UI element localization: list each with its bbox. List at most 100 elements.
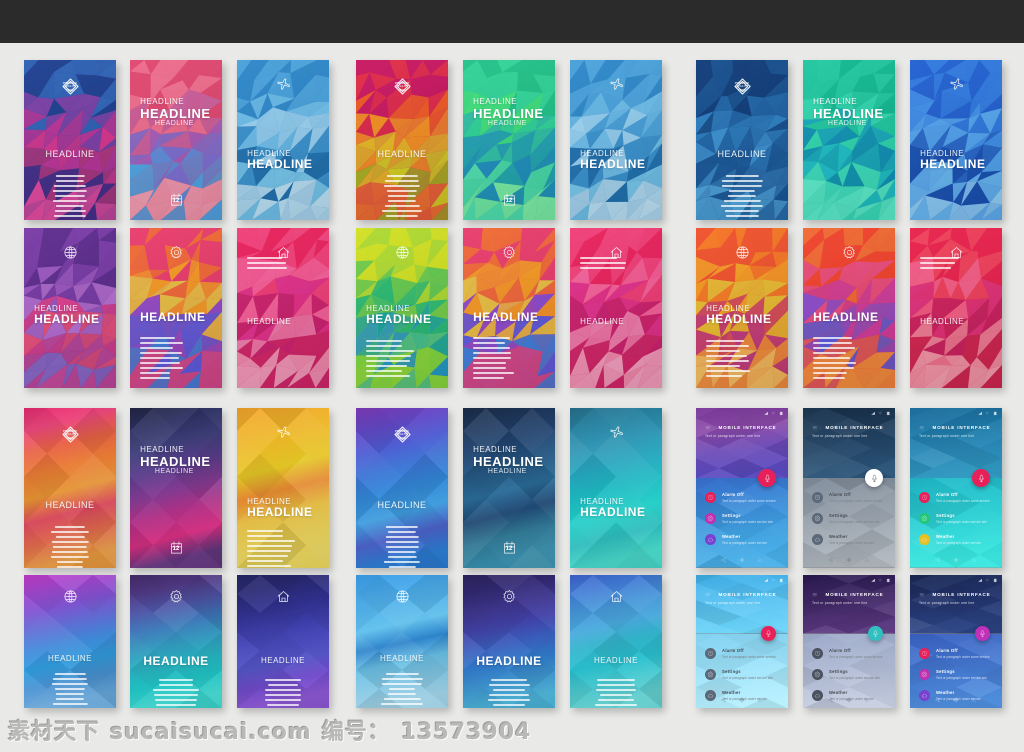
design-card[interactable]: 12 HEADLINE HEADLINE HEADLINE <box>130 60 222 220</box>
compass-icon[interactable] <box>739 697 745 703</box>
headline-group: HEADLINE HEADLINE <box>910 149 1002 171</box>
mobile-list-item[interactable]: Weather Text or paragraph under service <box>812 534 886 546</box>
compass-icon[interactable] <box>846 557 852 563</box>
rss-icon[interactable] <box>757 697 763 703</box>
body-text-lines <box>381 526 423 568</box>
design-card[interactable]: HEADLINE <box>237 228 329 388</box>
design-card[interactable]: MOBILE INTERFACE Text or paragraph under … <box>696 408 788 568</box>
alarm-icon <box>921 495 928 501</box>
hamburger-icon[interactable] <box>919 592 925 598</box>
design-card[interactable]: HEADLINE <box>803 228 895 388</box>
mobile-list-item[interactable]: Weather Text or paragraph under service <box>919 534 993 546</box>
design-card[interactable]: HEADLINE HEADLINE <box>237 408 329 568</box>
microphone-fab-button[interactable] <box>868 626 883 642</box>
design-card[interactable]: HEADLINE <box>910 228 1002 388</box>
globe-icon-holder <box>24 245 116 260</box>
design-card[interactable]: MOBILE INTERFACE Text or paragraph under … <box>803 575 895 708</box>
rss-icon[interactable] <box>971 697 977 703</box>
headline-text: HEADLINE <box>593 656 638 666</box>
mobile-title: MOBILE INTERFACE <box>718 425 777 431</box>
design-card[interactable]: MOBILE INTERFACE Text or paragraph under … <box>910 408 1002 568</box>
design-card[interactable]: 12 HEADLINE HEADLINE HEADLINE <box>463 60 555 220</box>
mobile-list-item[interactable]: Settings Text or paragraph under service … <box>705 513 779 525</box>
mobile-list-item[interactable]: Settings Text or paragraph under service … <box>812 668 886 680</box>
mobile-list-area: Alarm Off Text or paragraph under some se… <box>696 478 788 568</box>
design-card[interactable]: HEADLINE HEADLINE <box>570 60 662 220</box>
design-card[interactable]: HEADLINE <box>237 575 329 708</box>
design-card[interactable]: PREMIUM QUALITY 100% HEADLINE <box>356 60 448 220</box>
design-card[interactable]: HEADLINE <box>570 575 662 708</box>
design-card[interactable]: PREMIUM QUALITY 100% HEADLINE <box>24 408 116 568</box>
badge-line: 100% <box>398 436 406 440</box>
share-icon[interactable] <box>721 697 727 703</box>
share-icon[interactable] <box>721 557 727 563</box>
design-card[interactable]: HEADLINE HEADLINE HEADLINE <box>803 60 895 220</box>
design-card[interactable]: HEADLINE HEADLINE <box>24 228 116 388</box>
design-card[interactable]: HEADLINE HEADLINE <box>237 60 329 220</box>
design-card[interactable]: HEADLINE HEADLINE <box>356 228 448 388</box>
mobile-list-item[interactable]: Settings Text or paragraph under service … <box>919 668 993 680</box>
design-card[interactable]: HEADLINE HEADLINE <box>696 228 788 388</box>
design-card[interactable]: HEADLINE <box>130 575 222 708</box>
mobile-list-item[interactable]: Settings Text or paragraph under service … <box>812 513 886 525</box>
mobile-list-item[interactable]: Alarm Off Text or paragraph under some se… <box>812 492 886 504</box>
rss-icon[interactable] <box>971 557 977 563</box>
share-icon[interactable] <box>828 697 834 703</box>
compass-icon[interactable] <box>846 697 852 703</box>
hamburger-icon[interactable] <box>705 592 711 598</box>
design-card[interactable]: PREMIUM QUALITY 100% HEADLINE <box>696 60 788 220</box>
hamburger-icon[interactable] <box>812 425 818 431</box>
list-item-text: Settings Text or paragraph under service … <box>829 669 886 680</box>
mobile-list-item[interactable]: Weather Text or paragraph under service <box>705 534 779 546</box>
design-card[interactable]: HEADLINE HEADLINE <box>570 408 662 568</box>
design-card[interactable]: HEADLINE <box>463 575 555 708</box>
design-card[interactable]: HEADLINE <box>570 228 662 388</box>
compass-icon[interactable] <box>953 557 959 563</box>
share-icon[interactable] <box>935 697 941 703</box>
design-card[interactable]: MOBILE INTERFACE Text or paragraph under … <box>803 408 895 568</box>
design-card[interactable]: 12 HEADLINE HEADLINE HEADLINE <box>463 408 555 568</box>
hamburger-icon[interactable] <box>705 425 711 431</box>
design-card[interactable]: PREMIUM QUALITY 100% HEADLINE <box>24 60 116 220</box>
mobile-list-item[interactable]: Alarm Off Text or paragraph under some se… <box>919 647 993 659</box>
design-card[interactable]: HEADLINE HEADLINE <box>910 60 1002 220</box>
mobile-list-item[interactable]: Alarm Off Text or paragraph under some se… <box>919 492 993 504</box>
mobile-list-item[interactable]: Settings Text or paragraph under service … <box>919 513 993 525</box>
list-item-title: Alarm Off <box>722 647 744 653</box>
compass-icon[interactable] <box>739 557 745 563</box>
design-card[interactable]: PREMIUM QUALITY 100% HEADLINE <box>356 408 448 568</box>
hamburger-icon[interactable] <box>812 592 818 598</box>
share-icon[interactable] <box>935 557 941 563</box>
compass-icon[interactable] <box>953 697 959 703</box>
design-card[interactable]: HEADLINE <box>24 575 116 708</box>
card-content: HEADLINE <box>130 575 222 708</box>
design-card[interactable]: MOBILE INTERFACE Text or paragraph under … <box>910 575 1002 708</box>
mobile-list-item[interactable]: Alarm Off Text or paragraph under some se… <box>705 647 779 659</box>
headline-text: HEADLINE <box>140 310 206 325</box>
globe-icon <box>64 590 76 603</box>
design-card[interactable]: HEADLINE <box>130 228 222 388</box>
list-item-icon-circle <box>919 492 930 504</box>
headline-group: HEADLINE HEADLINE <box>696 304 788 326</box>
design-card[interactable]: HEADLINE <box>356 575 448 708</box>
microphone-fab-button[interactable] <box>975 626 990 642</box>
design-card[interactable]: MOBILE INTERFACE Text or paragraph under … <box>696 575 788 708</box>
design-card[interactable]: HEADLINE <box>463 228 555 388</box>
mobile-header-area: MOBILE INTERFACE Text or paragraph under … <box>696 575 788 634</box>
rss-icon[interactable] <box>864 697 870 703</box>
headline-group: HEADLINE HEADLINE <box>237 149 329 171</box>
rss-icon[interactable] <box>864 557 870 563</box>
headline-text: HEADLINE <box>366 303 411 313</box>
share-icon[interactable] <box>828 557 834 563</box>
mobile-header-area: MOBILE INTERFACE Text or paragraph under … <box>910 408 1002 479</box>
design-card[interactable]: 12 HEADLINE HEADLINE HEADLINE <box>130 408 222 568</box>
microphone-fab-button[interactable] <box>761 626 776 642</box>
list-item-icon-circle <box>705 647 716 659</box>
calendar-icon-holder: 12 <box>463 192 555 207</box>
mobile-list-item[interactable]: Settings Text or paragraph under service … <box>705 668 779 680</box>
hamburger-icon[interactable] <box>919 425 925 431</box>
mobile-list-item[interactable]: Alarm Off Text or paragraph under some se… <box>812 647 886 659</box>
mobile-title-block: MOBILE INTERFACE Text or paragraph under … <box>919 425 993 437</box>
rss-icon[interactable] <box>757 557 763 563</box>
mobile-list-item[interactable]: Alarm Off Text or paragraph under some se… <box>705 492 779 504</box>
